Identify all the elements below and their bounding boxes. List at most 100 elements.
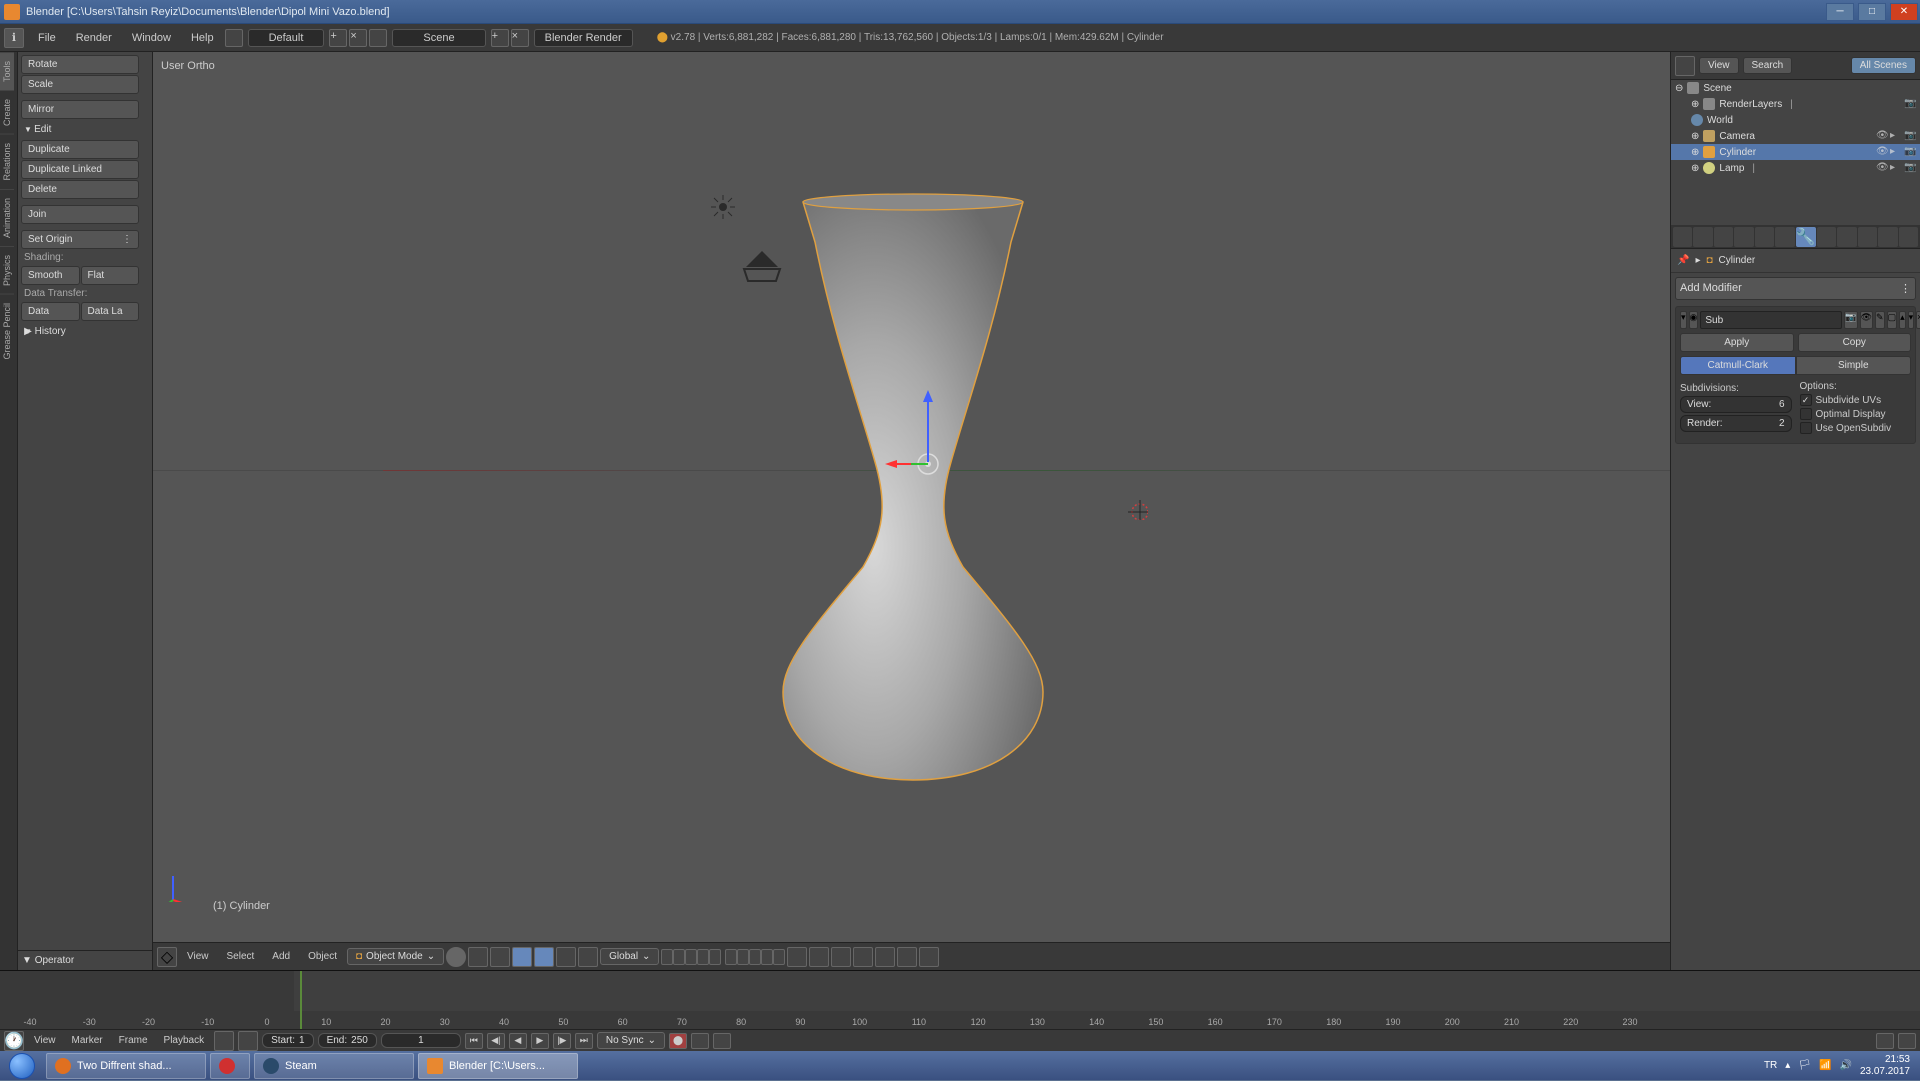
mod-realtime-toggle-icon[interactable]: 👁 <box>1860 311 1873 329</box>
add-modifier-dropdown[interactable]: Add Modifier <box>1675 277 1916 300</box>
prop-tab-render[interactable] <box>1673 227 1692 247</box>
tab-relations[interactable]: Relations <box>0 134 14 189</box>
editor-type-outliner-icon[interactable] <box>1675 56 1695 76</box>
layer-btn-5[interactable] <box>709 949 721 965</box>
manipulator-rotate-icon[interactable] <box>556 947 576 967</box>
mod-expand-icon[interactable]: ▾ <box>1680 311 1687 329</box>
render-preview-icon[interactable] <box>875 947 895 967</box>
keyframe-prev-icon[interactable]: ◀| <box>487 1033 505 1049</box>
camera-render-icon[interactable]: 📷 <box>1904 130 1916 142</box>
engine-dropdown[interactable]: Blender Render <box>534 29 633 47</box>
menu-help[interactable]: Help <box>181 32 224 44</box>
scene-dropdown[interactable]: Scene <box>392 29 485 47</box>
prop-tab-data[interactable] <box>1817 227 1836 247</box>
mod-cage-toggle-icon[interactable]: ▢ <box>1887 311 1898 329</box>
tl-extra2-icon[interactable] <box>1898 1033 1916 1049</box>
renderlayers-render-icon[interactable]: 📷 <box>1904 98 1916 110</box>
prop-tab-physics[interactable] <box>1899 227 1918 247</box>
mod-movedown-icon[interactable]: ▾ <box>1908 311 1915 329</box>
flat-button[interactable]: Flat <box>81 266 140 285</box>
transform-gizmo[interactable] <box>883 382 963 482</box>
set-origin-dropdown[interactable]: Set Origin⋮ <box>21 230 139 249</box>
opengl-render-icon[interactable] <box>919 947 939 967</box>
vh-menu-view[interactable]: View <box>179 951 217 962</box>
optimal-display-checkbox[interactable]: Optimal Display <box>1800 408 1912 420</box>
layer-btn-8[interactable] <box>749 949 761 965</box>
lamp-sel-icon[interactable]: ▸ <box>1890 162 1902 174</box>
close-button[interactable]: ✕ <box>1890 3 1918 21</box>
mode-dropdown[interactable]: ◘Object Mode⌄ <box>347 948 444 965</box>
simple-button[interactable]: Simple <box>1796 356 1912 375</box>
breadcrumb-object[interactable]: Cylinder <box>1719 255 1756 266</box>
tray-volume-icon[interactable]: 🔊 <box>1839 1060 1851 1071</box>
prop-tab-scene[interactable] <box>1714 227 1733 247</box>
mod-delete-icon[interactable]: × <box>1916 311 1920 329</box>
outliner-allscenes-tab[interactable]: All Scenes <box>1851 57 1916 74</box>
keying-set-icon[interactable] <box>691 1033 709 1049</box>
timeline-playhead[interactable] <box>300 971 302 1029</box>
outliner-search-tab[interactable]: Search <box>1743 57 1793 74</box>
prop-tab-material[interactable] <box>1837 227 1856 247</box>
join-button[interactable]: Join <box>21 205 139 224</box>
layer-btn-4[interactable] <box>697 949 709 965</box>
prop-tab-renderlayers[interactable] <box>1693 227 1712 247</box>
menu-file[interactable]: File <box>28 32 66 44</box>
play-reverse-icon[interactable]: ◀ <box>509 1033 527 1049</box>
tab-create[interactable]: Create <box>0 90 14 134</box>
tab-physics[interactable]: Physics <box>0 246 14 294</box>
start-frame-field[interactable]: Start:1 <box>262 1033 313 1048</box>
layout-dropdown[interactable]: Default <box>248 29 325 47</box>
layer-btn-9[interactable] <box>761 949 773 965</box>
manipulator-translate-icon[interactable] <box>534 947 554 967</box>
vase-object[interactable] <box>733 172 1093 792</box>
scene-browse-icon[interactable] <box>369 29 387 47</box>
lamp-vis-icon[interactable]: 👁 <box>1876 162 1888 174</box>
layer-btn-1[interactable] <box>661 949 673 965</box>
task-item-steam[interactable]: Steam <box>254 1053 414 1079</box>
start-button[interactable] <box>0 1051 44 1081</box>
prop-tab-texture[interactable] <box>1858 227 1877 247</box>
outliner-renderlayers[interactable]: ⊕RenderLayers| 📷 <box>1671 96 1920 112</box>
layer-btn-7[interactable] <box>737 949 749 965</box>
orientation-dropdown[interactable]: Global⌄ <box>600 948 659 965</box>
tl-range-icon[interactable] <box>214 1031 234 1051</box>
operator-header[interactable]: ▼ Operator <box>22 955 148 966</box>
layer-btn-6[interactable] <box>725 949 737 965</box>
camera-sel-icon[interactable]: ▸ <box>1890 130 1902 142</box>
jump-start-icon[interactable]: ⏮ <box>465 1033 483 1049</box>
render-subdivisions-field[interactable]: Render:2 <box>1680 415 1792 432</box>
mod-editmode-toggle-icon[interactable]: ✎ <box>1875 311 1885 329</box>
prop-tab-modifiers[interactable]: 🔧 <box>1796 227 1816 247</box>
task-item-firefox[interactable]: Two Diffrent shad... <box>46 1053 206 1079</box>
keyframe-next-icon[interactable]: |▶ <box>553 1033 571 1049</box>
data-button[interactable]: Data <box>21 302 80 321</box>
pivot-individual-icon[interactable] <box>490 947 510 967</box>
catmull-clark-button[interactable]: Catmull-Clark <box>1680 356 1796 375</box>
editor-type-3dview-icon[interactable]: ◇ <box>157 947 177 967</box>
sync-dropdown[interactable]: No Sync⌄ <box>597 1032 665 1049</box>
end-frame-field[interactable]: End:250 <box>318 1033 377 1048</box>
copy-button[interactable]: Copy <box>1798 333 1912 352</box>
prop-tab-constraints[interactable] <box>1775 227 1794 247</box>
scene-add-icon[interactable]: + <box>491 29 509 47</box>
duplicate-linked-button[interactable]: Duplicate Linked <box>21 160 139 179</box>
layer-btn-10[interactable] <box>773 949 785 965</box>
tl-extra1-icon[interactable] <box>1876 1033 1894 1049</box>
cylinder-render-icon[interactable]: 📷 <box>1904 146 1916 158</box>
shading-solid-icon[interactable] <box>446 947 466 967</box>
snap-type-icon[interactable] <box>831 947 851 967</box>
task-item-blender[interactable]: Blender [C:\Users... <box>418 1053 578 1079</box>
delete-button[interactable]: Delete <box>21 180 139 199</box>
layout-prev-icon[interactable] <box>225 29 243 47</box>
prop-tab-world[interactable] <box>1734 227 1753 247</box>
duplicate-button[interactable]: Duplicate <box>21 140 139 159</box>
manipulator-toggle-icon[interactable] <box>512 947 532 967</box>
vh-menu-select[interactable]: Select <box>219 951 263 962</box>
history-panel-header[interactable]: ▶ History <box>20 322 150 341</box>
tab-tools[interactable]: Tools <box>0 52 14 90</box>
editor-type-timeline-icon[interactable]: 🕐 <box>4 1031 24 1051</box>
prop-edit-icon[interactable] <box>853 947 873 967</box>
lock-camera-icon[interactable] <box>787 947 807 967</box>
vh-menu-add[interactable]: Add <box>264 951 298 962</box>
prop-tab-particles[interactable] <box>1878 227 1897 247</box>
